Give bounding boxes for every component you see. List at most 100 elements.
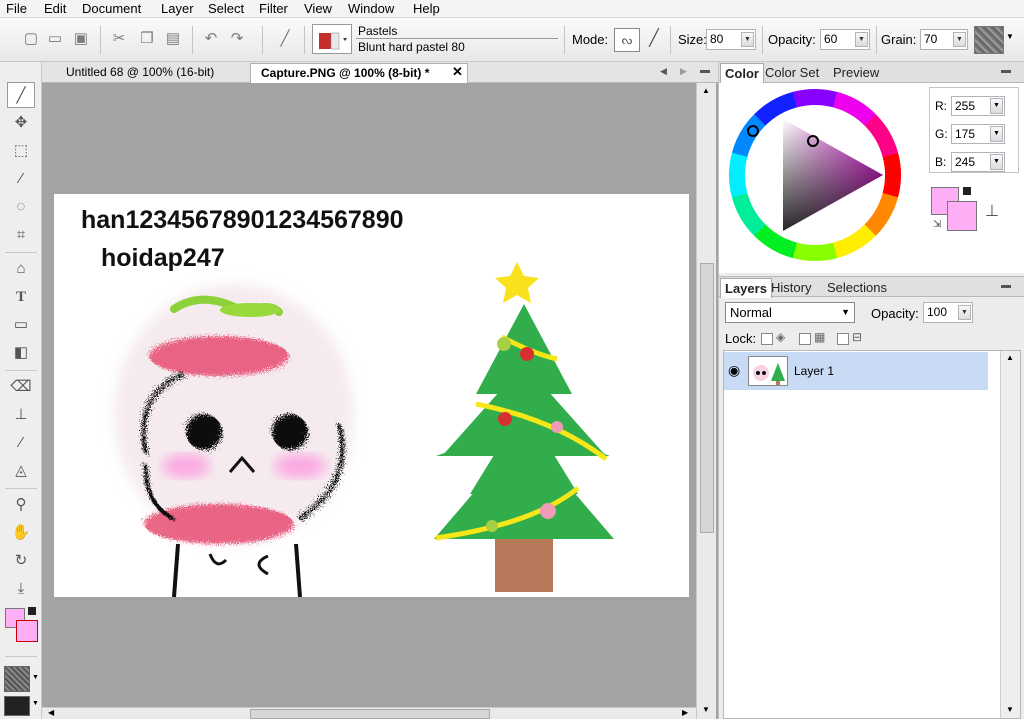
- gradient-icon[interactable]: ◧: [7, 340, 35, 366]
- move-tool-icon[interactable]: ✥: [7, 110, 35, 136]
- pattern-swatch[interactable]: [4, 696, 30, 716]
- doc-menu-icon[interactable]: ▬: [700, 65, 710, 76]
- menu-help[interactable]: Help: [413, 1, 440, 17]
- lock-transparency-checkbox[interactable]: [761, 333, 773, 345]
- open-icon[interactable]: ▭: [46, 30, 64, 48]
- reset-colors-icon[interactable]: ⇲: [933, 219, 941, 230]
- brush-variant: Blunt hard pastel 80: [358, 40, 465, 54]
- clone-stamp-icon[interactable]: ⊥: [7, 402, 35, 428]
- paper-texture-arrow[interactable]: ▼: [1006, 32, 1014, 41]
- g-field[interactable]: 175 ▼: [951, 124, 1005, 144]
- menu-document[interactable]: Document: [82, 1, 141, 17]
- new-document-icon[interactable]: ▢: [22, 30, 40, 48]
- b-row: B: 245 ▼: [935, 152, 1005, 172]
- lock-all-checkbox[interactable]: [837, 333, 849, 345]
- tab-history[interactable]: History: [767, 278, 815, 298]
- horizontal-scroll-thumb[interactable]: [250, 709, 490, 719]
- menu-file[interactable]: File: [6, 1, 27, 17]
- tab-layers[interactable]: Layers: [720, 278, 772, 298]
- paintbrush-tool-icon[interactable]: ╱: [7, 82, 35, 108]
- vertical-scrollbar[interactable]: ▲ ▼: [696, 83, 716, 719]
- eyedropper-icon[interactable]: ⁄: [7, 430, 35, 456]
- save-icon[interactable]: ▣: [72, 30, 90, 48]
- panel-swap-colors-icon[interactable]: [963, 187, 971, 195]
- cut-icon[interactable]: ✂: [110, 30, 128, 48]
- r-dropdown-arrow[interactable]: ▼: [990, 98, 1003, 114]
- horizontal-scrollbar[interactable]: ◀ ▶: [42, 707, 696, 719]
- tabs-scroll-left-icon[interactable]: ◀: [660, 66, 667, 77]
- layer-row[interactable]: ◉ Layer 1: [724, 352, 988, 390]
- eraser-icon[interactable]: ⌫: [7, 374, 35, 400]
- layers-scrollbar[interactable]: ▲ ▼: [1000, 351, 1020, 718]
- scroll-left-icon[interactable]: ◀: [48, 708, 54, 717]
- opacity-dropdown-arrow[interactable]: ▼: [855, 32, 868, 47]
- opacity-field[interactable]: 60 ▼: [820, 29, 870, 50]
- hand-icon[interactable]: ✋: [7, 520, 35, 546]
- rectangle-select-icon[interactable]: ⬚: [7, 138, 35, 164]
- perspective-icon[interactable]: ⌂: [7, 256, 35, 282]
- fill-shape-icon[interactable]: ▭: [7, 312, 35, 338]
- doc-tab-capture[interactable]: Capture.PNG @ 100% (8-bit) *: [250, 63, 468, 83]
- layer-opacity-field[interactable]: 100 ▼: [923, 302, 973, 323]
- tab-color-set[interactable]: Color Set: [761, 63, 823, 83]
- transform-icon[interactable]: ⤓: [7, 576, 35, 602]
- canvas[interactable]: han12345678901234567890 hoidap247: [54, 194, 689, 597]
- menu-layer[interactable]: Layer: [161, 1, 194, 17]
- blend-mode-select[interactable]: Normal ▼: [725, 302, 855, 323]
- background-color-swatch[interactable]: [16, 620, 38, 642]
- menu-window[interactable]: Window: [348, 1, 394, 17]
- scroll-right-icon[interactable]: ▶: [682, 708, 688, 717]
- paper-texture-swatch[interactable]: [974, 26, 1004, 54]
- crop-icon[interactable]: ⌗: [7, 222, 35, 248]
- close-tab-icon[interactable]: ✕: [452, 64, 463, 80]
- b-field[interactable]: 245 ▼: [951, 152, 1005, 172]
- grain-field[interactable]: 70 ▼: [920, 29, 968, 50]
- swap-colors-icon[interactable]: [28, 607, 36, 615]
- grain-dropdown-arrow[interactable]: ▼: [953, 32, 966, 47]
- mode-straight-line-button[interactable]: ╱: [642, 28, 666, 52]
- eye-visibility-icon[interactable]: ◉: [728, 362, 740, 379]
- r-field[interactable]: 255 ▼: [951, 96, 1005, 116]
- lock-position-checkbox[interactable]: [799, 333, 811, 345]
- mode-freehand-button[interactable]: ᔓ: [614, 28, 640, 52]
- layer-opacity-arrow[interactable]: ▼: [958, 305, 971, 320]
- zoom-icon[interactable]: ⚲: [7, 492, 35, 518]
- color-wheel[interactable]: [719, 83, 919, 273]
- scroll-down-icon[interactable]: ▼: [702, 705, 710, 714]
- paint-bucket-icon[interactable]: ◬: [7, 458, 35, 484]
- copy-icon[interactable]: ❐: [138, 30, 156, 48]
- panel-background-swatch[interactable]: [947, 201, 977, 231]
- layers-panel-menu-icon[interactable]: ▬: [1001, 280, 1011, 291]
- undo-icon[interactable]: ↶: [202, 30, 220, 48]
- text-tool-icon[interactable]: T: [7, 284, 35, 310]
- doc-tab-untitled[interactable]: Untitled 68 @ 100% (16-bit): [56, 63, 248, 83]
- magic-wand-icon[interactable]: ⁄: [7, 166, 35, 192]
- tabs-scroll-right-icon[interactable]: ▶: [680, 66, 687, 77]
- texture-swatch[interactable]: [4, 666, 30, 692]
- rotate-icon[interactable]: ↻: [7, 548, 35, 574]
- vertical-scroll-thumb[interactable]: [700, 263, 714, 533]
- size-dropdown-arrow[interactable]: ▼: [741, 32, 754, 47]
- layers-scroll-up-icon[interactable]: ▲: [1006, 353, 1014, 362]
- menu-select[interactable]: Select: [208, 1, 244, 17]
- g-dropdown-arrow[interactable]: ▼: [990, 126, 1003, 142]
- size-field[interactable]: 80 ▼: [706, 29, 756, 50]
- texture-swatch-arrow[interactable]: ▼: [32, 674, 39, 681]
- color-stamp-icon[interactable]: ⊥: [985, 201, 999, 221]
- menu-edit[interactable]: Edit: [44, 1, 66, 17]
- toolbox: ╱ ✥ ⬚ ⁄ ◌ ⌗ ⌂ T ▭ ◧ ⌫ ⊥ ⁄ ◬ ⚲ ✋ ↻ ⤓ ▼ ▼: [0, 62, 42, 719]
- lasso-icon[interactable]: ◌: [7, 194, 35, 220]
- menu-filter[interactable]: Filter: [259, 1, 288, 17]
- tab-color[interactable]: Color: [720, 63, 764, 83]
- menu-view[interactable]: View: [304, 1, 332, 17]
- scroll-up-icon[interactable]: ▲: [702, 86, 710, 95]
- color-panel-menu-icon[interactable]: ▬: [1001, 65, 1011, 76]
- b-dropdown-arrow[interactable]: ▼: [990, 154, 1003, 170]
- brush-preset-picker[interactable]: [312, 24, 352, 54]
- tab-preview[interactable]: Preview: [829, 63, 883, 83]
- paste-icon[interactable]: ▤: [164, 30, 182, 48]
- pattern-swatch-arrow[interactable]: ▼: [32, 700, 39, 707]
- redo-icon[interactable]: ↷: [228, 30, 246, 48]
- layers-scroll-down-icon[interactable]: ▼: [1006, 705, 1014, 714]
- tab-selections[interactable]: Selections: [823, 278, 891, 298]
